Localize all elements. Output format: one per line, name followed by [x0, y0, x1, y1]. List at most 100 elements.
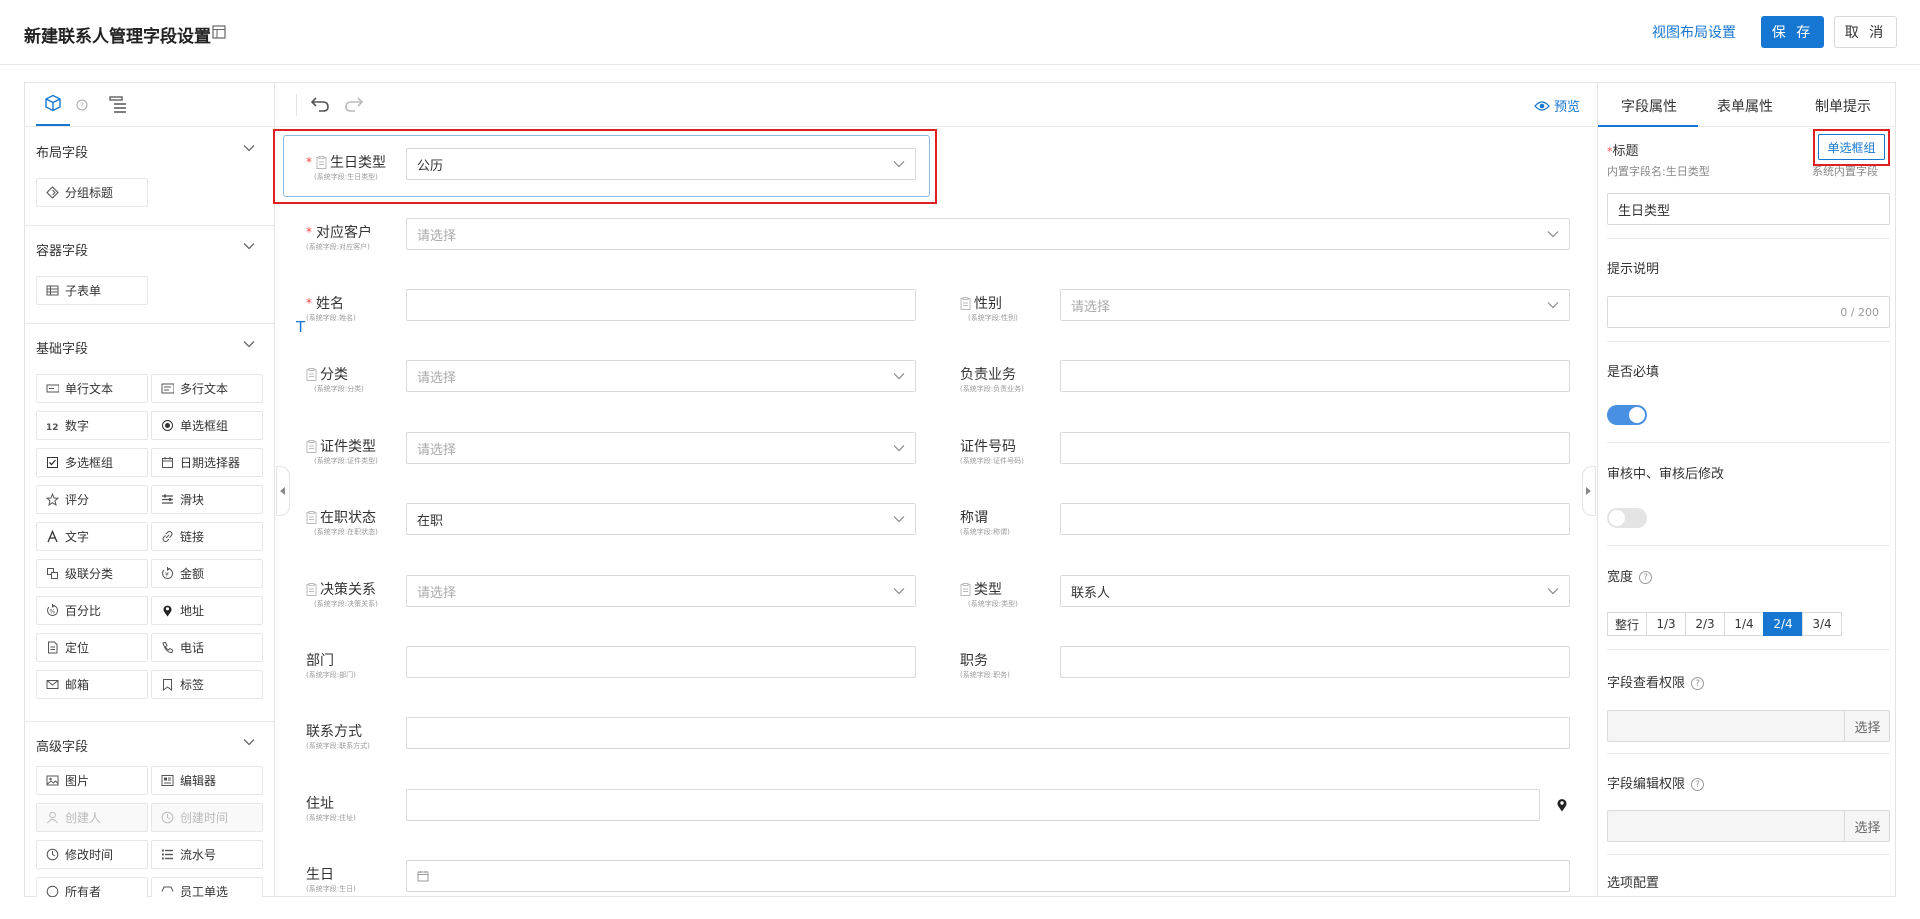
collapse-right-toggle[interactable]: [1582, 466, 1596, 516]
component-phone[interactable]: 电话: [151, 633, 263, 662]
component-user: 创建人: [36, 803, 148, 832]
component-text[interactable]: 文字: [36, 522, 148, 551]
component-mail[interactable]: 邮箱: [36, 670, 148, 699]
component-star[interactable]: 评分: [36, 485, 148, 514]
field-input-dept[interactable]: [406, 646, 916, 678]
view-permission-select-button[interactable]: 选择: [1844, 710, 1890, 742]
tab-form-properties[interactable]: 表单属性: [1717, 96, 1773, 116]
required-toggle[interactable]: [1607, 405, 1647, 425]
tab-components[interactable]: [36, 90, 70, 126]
field-input-position[interactable]: [1060, 646, 1570, 678]
component-location[interactable]: 地址: [151, 596, 263, 625]
component-image[interactable]: 图片: [36, 766, 148, 795]
location-pin-icon[interactable]: [1556, 798, 1568, 812]
component-label: 单选框组: [180, 419, 229, 433]
field-input-address[interactable]: [406, 789, 1540, 821]
required-marker: *: [306, 225, 312, 239]
component-money[interactable]: ¥ 金额: [151, 559, 263, 588]
field-label-id-number: 证件号码: [960, 436, 1016, 456]
builtin-field-name: 内置字段名:生日类型: [1607, 165, 1710, 178]
audit-edit-toggle[interactable]: [1607, 508, 1647, 528]
field-input-decision[interactable]: 请选择: [406, 575, 916, 607]
field-system-note: (系统字段:生日类型): [314, 173, 378, 181]
component-document[interactable]: 定位: [36, 633, 148, 662]
title-input[interactable]: 生日类型: [1607, 193, 1890, 225]
chevron-down-icon[interactable]: [243, 144, 255, 152]
component-label: 创建人: [65, 811, 102, 825]
field-input-birthday[interactable]: [406, 860, 1570, 892]
field-input-status[interactable]: 在职: [406, 503, 916, 535]
component-serial[interactable]: 流水号: [151, 840, 263, 869]
tab-field-properties[interactable]: 字段属性: [1621, 96, 1677, 116]
tab-outline[interactable]: [108, 95, 128, 115]
chevron-down-icon[interactable]: [243, 242, 255, 250]
width-option[interactable]: 1/4: [1724, 612, 1764, 636]
component-cascade[interactable]: 级联分类: [36, 559, 148, 588]
component-slider[interactable]: 滑块: [151, 485, 263, 514]
width-option[interactable]: 3/4: [1802, 612, 1842, 636]
required-label: 是否必填: [1607, 365, 1660, 380]
layout-icon[interactable]: [212, 25, 226, 39]
width-option[interactable]: 2/4: [1763, 612, 1803, 636]
save-button[interactable]: 保 存: [1761, 16, 1824, 48]
location-icon: [160, 604, 174, 618]
field-input-name[interactable]: [406, 289, 916, 321]
width-option[interactable]: 2/3: [1685, 612, 1725, 636]
field-input-customer[interactable]: 请选择: [406, 218, 1570, 250]
collapse-left-toggle[interactable]: [276, 466, 290, 516]
chevron-down-icon[interactable]: [243, 340, 255, 348]
tab-document-hints[interactable]: 制单提示: [1815, 96, 1871, 116]
help-icon: ?: [1639, 571, 1653, 584]
component-link[interactable]: 链接: [151, 522, 263, 551]
component-calendar[interactable]: 日期选择器: [151, 448, 263, 477]
component-employee[interactable]: 员工单选: [151, 877, 263, 897]
preview-button[interactable]: 预览: [1534, 96, 1580, 115]
money-icon: ¥: [160, 567, 174, 581]
field-label-text: 住址: [306, 796, 334, 812]
component-group-title[interactable]: 分组标题: [36, 178, 148, 207]
width-option[interactable]: 1/3: [1646, 612, 1686, 636]
component-label: 级联分类: [65, 567, 114, 581]
component-number[interactable]: 123 数字: [36, 411, 148, 440]
field-input-id-type[interactable]: 请选择: [406, 432, 916, 464]
component-label: 数字: [65, 419, 90, 433]
component-owner[interactable]: 所有者: [36, 877, 148, 897]
edit-permission-select-button[interactable]: 选择: [1844, 810, 1890, 842]
field-input-category[interactable]: 请选择: [406, 360, 916, 392]
component-radio[interactable]: 单选框组: [151, 411, 263, 440]
component-tag[interactable]: 标签: [151, 670, 263, 699]
field-input-birthday-type[interactable]: 公历: [406, 148, 916, 180]
field-system-note: (系统字段:对应客户): [306, 243, 370, 251]
document-icon: [306, 582, 317, 596]
field-label-text: 证件号码: [960, 439, 1016, 455]
field-input-contact[interactable]: [406, 717, 1570, 749]
field-label-status: 在职状态: [306, 507, 376, 527]
chevron-down-icon[interactable]: [243, 738, 255, 746]
field-input-id-number[interactable]: [1060, 432, 1570, 464]
field-input-business[interactable]: [1060, 360, 1570, 392]
component-single-line[interactable]: 单行文本: [36, 374, 148, 403]
cancel-button[interactable]: 取 消: [1834, 16, 1897, 48]
width-option[interactable]: 整行: [1607, 612, 1647, 636]
chevron-down-icon: [893, 444, 905, 452]
component-label: 流水号: [180, 848, 217, 862]
component-multi-line[interactable]: 多行文本: [151, 374, 263, 403]
hint-input[interactable]: 0 / 200: [1607, 296, 1890, 328]
component-label: 图片: [65, 774, 90, 788]
field-input-gender[interactable]: 请选择: [1060, 289, 1570, 321]
system-builtin-label: 系统内置字段: [1812, 165, 1878, 178]
component-editor[interactable]: 编辑器: [151, 766, 263, 795]
component-checkbox[interactable]: 多选框组: [36, 448, 148, 477]
view-layout-link[interactable]: 视图布局设置: [1652, 22, 1736, 42]
field-input-title[interactable]: [1060, 503, 1570, 535]
component-clock[interactable]: 修改时间: [36, 840, 148, 869]
field-input-type[interactable]: 联系人: [1060, 575, 1570, 607]
component-percent[interactable]: % 百分比: [36, 596, 148, 625]
component-sub-form[interactable]: 子表单: [36, 276, 148, 305]
redo-icon[interactable]: [344, 96, 364, 112]
undo-icon[interactable]: [310, 96, 330, 112]
field-system-note: (系统字段:联系方式): [306, 742, 370, 750]
page-header: [0, 0, 1920, 65]
component-panel: ? 布局字段 分组标题 容器字段 子表单 基础字段 单行文本 多行文本 123 数字 单…: [24, 82, 275, 897]
help-icon[interactable]: ?: [76, 99, 88, 111]
